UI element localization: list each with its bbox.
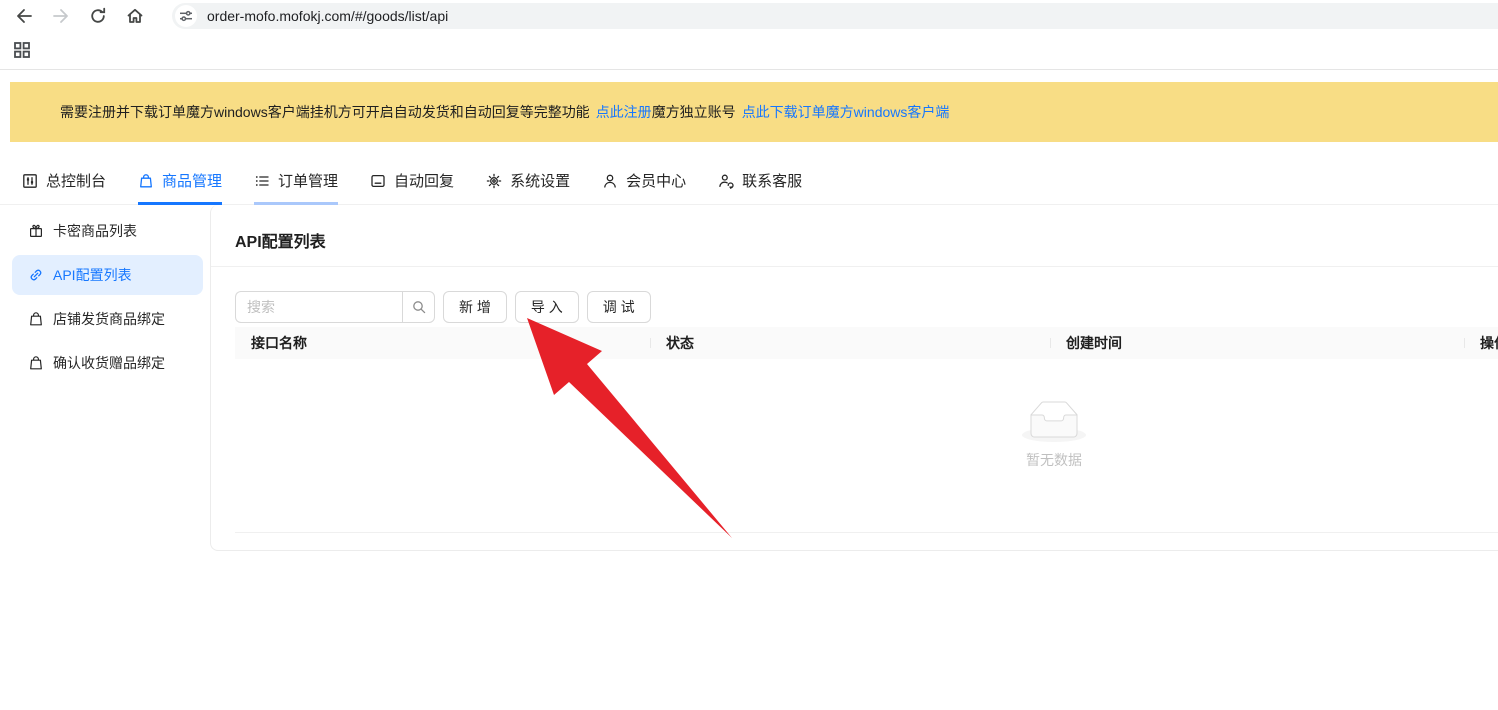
empty-state: 暂无数据 <box>996 401 1112 470</box>
register-link[interactable]: 点此注册 <box>596 102 652 122</box>
sidebar-item-label: API配置列表 <box>53 265 132 285</box>
gear-icon <box>486 173 502 189</box>
sidebar-item-label: 卡密商品列表 <box>53 221 137 241</box>
tab-label: 订单管理 <box>278 170 338 191</box>
tab-member-center[interactable]: 会员中心 <box>586 157 702 204</box>
tab-console[interactable]: 总控制台 <box>6 157 122 204</box>
person-icon <box>602 173 618 189</box>
debug-button[interactable]: 调 试 <box>587 291 651 323</box>
column-header-api-name: 接口名称 <box>235 333 650 353</box>
column-header-status: 状态 <box>650 333 1050 353</box>
notice-text: 需要注册并下载订单魔方windows客户端挂机方可开启自动发货和自动回复等完整功… <box>60 102 590 122</box>
tab-goods[interactable]: 商品管理 <box>122 157 238 204</box>
search-button[interactable] <box>402 291 435 323</box>
notice-banner: 需要注册并下载订单魔方windows客户端挂机方可开启自动发货和自动回复等完整功… <box>10 82 1498 142</box>
tab-auto-reply[interactable]: 自动回复 <box>354 157 470 204</box>
column-header-actions: 操作 <box>1464 333 1498 353</box>
column-header-created-at: 创建时间 <box>1050 333 1464 353</box>
bag-icon <box>138 173 154 189</box>
refresh-icon <box>88 6 108 26</box>
empty-text: 暂无数据 <box>996 450 1112 470</box>
table-header: 接口名称 状态 创建时间 操作 <box>235 327 1498 359</box>
api-table: 接口名称 状态 创建时间 操作 暂无数据 <box>235 327 1498 533</box>
add-button[interactable]: 新 增 <box>443 291 507 323</box>
address-bar[interactable]: order-mofo.mofokj.com/#/goods/list/api <box>172 3 1498 29</box>
tab-label: 系统设置 <box>510 170 570 191</box>
import-button[interactable]: 导 入 <box>515 291 579 323</box>
tab-label: 总控制台 <box>46 170 106 191</box>
search-input[interactable] <box>235 291 402 323</box>
sidebar-item-shop-delivery-binding[interactable]: 店铺发货商品绑定 <box>12 299 203 339</box>
apps-shortcut-button[interactable] <box>12 40 32 60</box>
link-icon <box>28 267 44 283</box>
bookmarks-bar <box>0 31 1498 70</box>
tab-settings[interactable]: 系统设置 <box>470 157 586 204</box>
home-icon <box>125 6 145 26</box>
sidebar: 卡密商品列表 API配置列表 店铺发货商品绑定 确认收货赠品绑定 <box>0 205 210 551</box>
main-layout: 卡密商品列表 API配置列表 店铺发货商品绑定 确认收货赠品绑定 API配置列表… <box>0 205 1498 551</box>
service-icon <box>718 173 734 189</box>
refresh-button[interactable] <box>88 6 108 26</box>
forward-button[interactable] <box>51 6 71 26</box>
message-icon <box>370 173 386 189</box>
search-group <box>235 291 435 323</box>
bag-icon <box>28 311 44 327</box>
content-panel: API配置列表 新 增 导 入 调 试 接口名称 状态 创建时间 操作 <box>210 205 1498 551</box>
table-body: 暂无数据 <box>235 359 1498 533</box>
bag-icon <box>28 355 44 371</box>
sidebar-item-api-config[interactable]: API配置列表 <box>12 255 203 295</box>
forward-icon <box>51 6 71 26</box>
download-client-link[interactable]: 点此下载订单魔方windows客户端 <box>742 102 950 122</box>
home-button[interactable] <box>125 6 145 26</box>
dashboard-icon <box>22 173 38 189</box>
tune-icon <box>178 8 194 24</box>
list-icon <box>254 173 270 189</box>
tab-label: 会员中心 <box>626 170 686 191</box>
tab-label: 商品管理 <box>162 170 222 191</box>
apps-grid-icon <box>13 41 31 59</box>
tab-label: 自动回复 <box>394 170 454 191</box>
gift-icon <box>28 223 44 239</box>
sidebar-item-card-goods[interactable]: 卡密商品列表 <box>12 211 203 251</box>
back-button[interactable] <box>14 6 34 26</box>
notice-text-mid: 魔方独立账号 <box>652 102 736 122</box>
page-title: API配置列表 <box>211 205 1498 267</box>
toolbar: 新 增 导 入 调 试 <box>235 291 1498 323</box>
tab-contact-support[interactable]: 联系客服 <box>702 157 818 204</box>
browser-toolbar: order-mofo.mofokj.com/#/goods/list/api <box>0 0 1498 31</box>
tab-orders[interactable]: 订单管理 <box>238 157 354 204</box>
site-settings-button[interactable] <box>175 5 197 27</box>
sidebar-item-receipt-gift-binding[interactable]: 确认收货赠品绑定 <box>12 343 203 383</box>
search-icon <box>411 299 427 315</box>
sidebar-item-label: 确认收货赠品绑定 <box>53 353 165 373</box>
empty-box-icon <box>1022 401 1086 442</box>
url-text: order-mofo.mofokj.com/#/goods/list/api <box>207 8 448 24</box>
sidebar-item-label: 店铺发货商品绑定 <box>53 309 165 329</box>
tab-label: 联系客服 <box>742 170 802 191</box>
top-nav: 总控制台 商品管理 订单管理 自动回复 系统设置 会员中心 联系客服 <box>0 157 1498 205</box>
back-icon <box>14 6 34 26</box>
